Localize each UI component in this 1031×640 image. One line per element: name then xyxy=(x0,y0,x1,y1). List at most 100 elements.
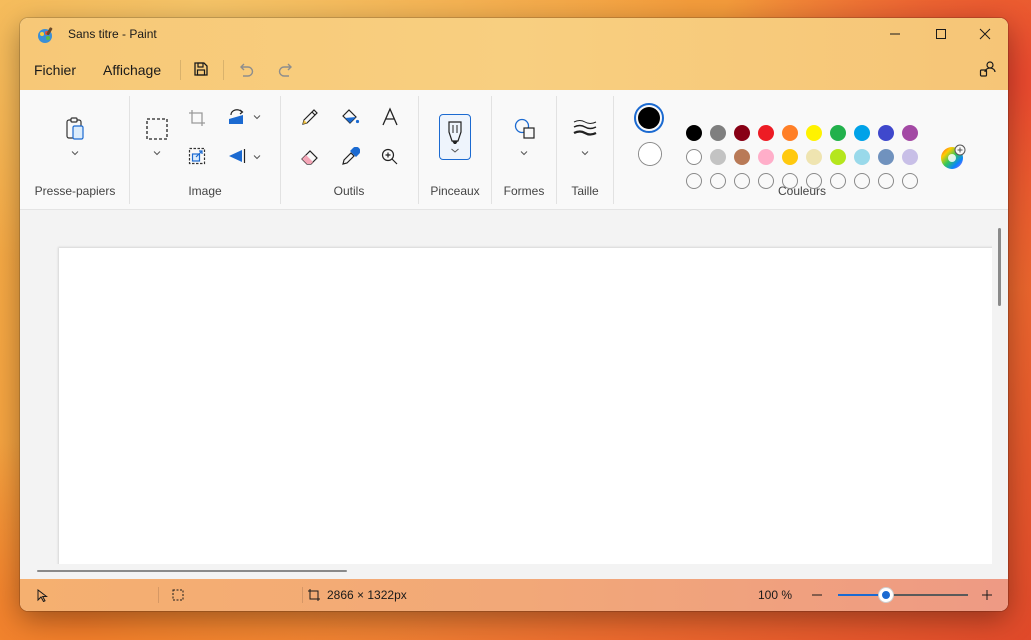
close-button[interactable] xyxy=(962,18,1008,50)
ribbon: Presse-papiers Image Outils Pinceaux For… xyxy=(20,90,1008,210)
resize-icon xyxy=(188,147,206,165)
redo-icon xyxy=(278,63,292,77)
menu-view[interactable]: Affichage xyxy=(103,62,161,78)
rotate-icon xyxy=(229,109,244,124)
palette-color-swatch[interactable] xyxy=(734,149,750,165)
palette-color-swatch[interactable] xyxy=(710,125,726,141)
empty-color-swatch[interactable] xyxy=(806,173,822,189)
eyedropper-icon xyxy=(342,147,360,165)
edit-colors-button[interactable] xyxy=(940,144,966,170)
empty-color-swatch[interactable] xyxy=(710,173,726,189)
palette-color-swatch[interactable] xyxy=(806,125,822,141)
zoom-in-button[interactable] xyxy=(978,585,996,605)
save-button[interactable] xyxy=(190,58,212,80)
empty-color-swatch[interactable] xyxy=(758,173,774,189)
zoom-out-button[interactable] xyxy=(808,585,826,605)
undo-button[interactable] xyxy=(235,58,257,80)
palette-color-swatch[interactable] xyxy=(686,125,702,141)
palette-color-swatch[interactable] xyxy=(758,125,774,141)
zoom-level-text[interactable]: 100 % xyxy=(758,588,792,602)
crop-icon xyxy=(189,110,205,126)
select-button[interactable] xyxy=(144,116,170,142)
palette-color-swatch[interactable] xyxy=(902,125,918,141)
account-settings-icon xyxy=(979,61,996,77)
palette-color-swatch[interactable] xyxy=(734,125,750,141)
eraser-button[interactable] xyxy=(299,146,321,168)
shapes-chevron-down-icon[interactable] xyxy=(519,148,529,158)
vertical-scrollbar[interactable] xyxy=(992,210,1008,578)
empty-color-swatch[interactable] xyxy=(854,173,870,189)
palette-color-swatch[interactable] xyxy=(686,149,702,165)
empty-color-swatch[interactable] xyxy=(734,173,750,189)
pencil-button[interactable] xyxy=(299,106,321,128)
primary-color-swatch xyxy=(638,107,660,129)
size-chevron-down-icon[interactable] xyxy=(580,148,590,158)
horizontal-scrollbar[interactable] xyxy=(20,564,992,578)
palette-color-swatch[interactable] xyxy=(782,149,798,165)
color-picker-button[interactable] xyxy=(339,146,361,168)
palette-color-swatch[interactable] xyxy=(854,149,870,165)
palette-color-swatch[interactable] xyxy=(806,149,822,165)
flip-button[interactable] xyxy=(226,146,248,166)
account-button[interactable] xyxy=(977,58,999,80)
undo-icon xyxy=(240,63,254,77)
save-icon xyxy=(194,62,208,76)
zoom-slider[interactable] xyxy=(838,588,968,602)
resize-button[interactable] xyxy=(187,146,207,166)
magnifier-button[interactable] xyxy=(379,146,401,168)
shapes-button[interactable] xyxy=(512,116,538,142)
paint-bucket-icon xyxy=(342,109,360,124)
zoom-slider-thumb[interactable] xyxy=(879,588,894,602)
group-label-shapes: Formes xyxy=(503,184,545,198)
paint-app-icon xyxy=(38,27,53,43)
empty-color-swatch[interactable] xyxy=(686,173,702,189)
group-label-colors: Couleurs xyxy=(777,184,827,198)
pencil-icon xyxy=(302,109,318,125)
cursor-position-icon xyxy=(37,589,48,602)
text-icon xyxy=(382,107,398,126)
primary-color-button[interactable] xyxy=(634,103,664,133)
size-button[interactable] xyxy=(571,116,599,140)
maximize-button[interactable] xyxy=(918,18,964,50)
palette-color-swatch[interactable] xyxy=(830,125,846,141)
secondary-color-button[interactable] xyxy=(638,142,662,166)
palette-color-swatch[interactable] xyxy=(830,149,846,165)
rotate-chevron-down-icon[interactable] xyxy=(252,112,262,122)
menu-file[interactable]: Fichier xyxy=(34,62,76,78)
canvas-area xyxy=(20,210,1008,578)
empty-color-swatch[interactable] xyxy=(878,173,894,189)
palette-color-swatch[interactable] xyxy=(782,125,798,141)
title-bar: Sans titre - Paint Fichier Affichage xyxy=(20,18,1008,90)
empty-color-swatch[interactable] xyxy=(830,173,846,189)
minimize-icon xyxy=(890,33,900,35)
eraser-icon xyxy=(301,150,318,165)
text-button[interactable] xyxy=(379,106,401,128)
crop-button[interactable] xyxy=(187,108,207,128)
drawing-canvas[interactable] xyxy=(59,248,999,578)
fill-button[interactable] xyxy=(339,106,361,128)
palette-color-swatch[interactable] xyxy=(878,125,894,141)
palette-color-swatch[interactable] xyxy=(878,149,894,165)
palette-color-swatch[interactable] xyxy=(710,149,726,165)
maximize-icon xyxy=(936,29,946,39)
palette-color-swatch[interactable] xyxy=(902,149,918,165)
status-separator xyxy=(302,587,303,603)
palette-color-swatch[interactable] xyxy=(758,149,774,165)
paste-button[interactable] xyxy=(64,116,86,142)
menu-separator xyxy=(180,60,181,80)
horizontal-scroll-thumb[interactable] xyxy=(37,570,347,572)
empty-color-swatch[interactable] xyxy=(782,173,798,189)
selection-size-icon xyxy=(172,589,184,601)
paste-chevron-down-icon[interactable] xyxy=(70,148,80,158)
rotate-button[interactable] xyxy=(226,108,248,128)
redo-button[interactable] xyxy=(275,58,297,80)
group-label-clipboard: Presse-papiers xyxy=(34,184,116,198)
empty-color-swatch[interactable] xyxy=(902,173,918,189)
flip-chevron-down-icon[interactable] xyxy=(252,152,262,162)
select-chevron-down-icon[interactable] xyxy=(152,148,162,158)
brushes-button[interactable] xyxy=(439,114,471,160)
clipboard-icon xyxy=(66,117,84,140)
minimize-button[interactable] xyxy=(872,18,918,50)
vertical-scroll-thumb[interactable] xyxy=(998,228,1001,306)
palette-color-swatch[interactable] xyxy=(854,125,870,141)
